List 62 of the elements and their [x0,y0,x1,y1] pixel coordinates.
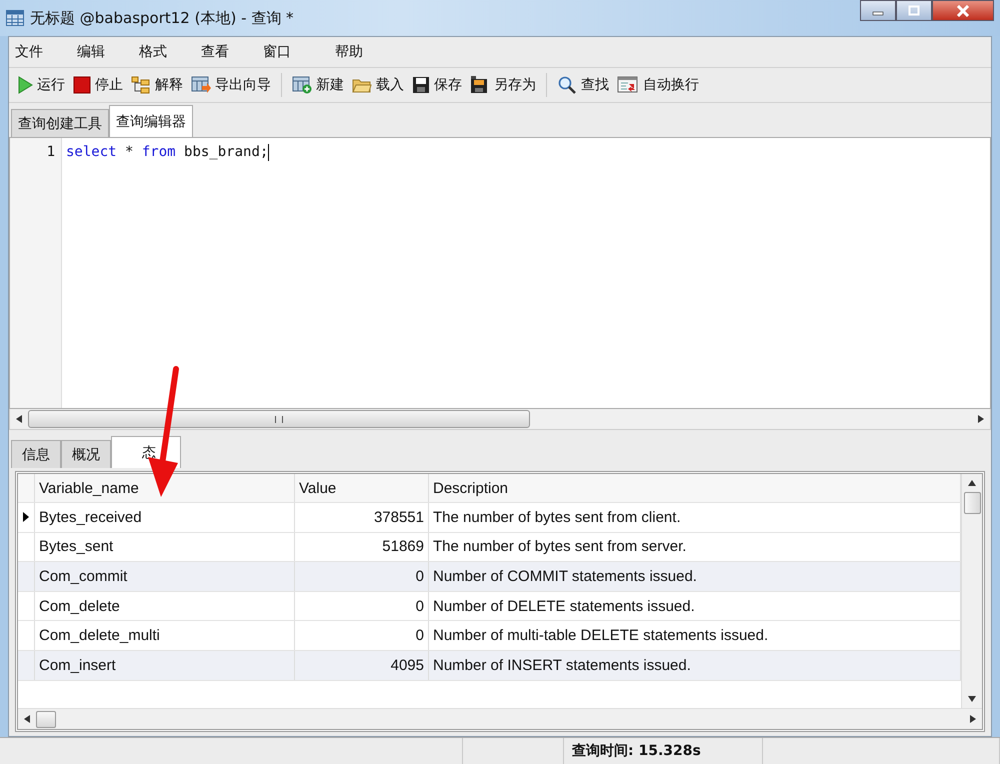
table-cell: 51869 [295,532,429,562]
tab[interactable]: 查询创建工具 [11,109,109,137]
menu-item[interactable]: 格式 [139,43,167,61]
toolbar-button[interactable]: 查找 [553,74,613,96]
table-cell: Com_commit [35,562,295,591]
scrollbar-thumb[interactable] [964,492,980,514]
table-cell: 378551 [295,503,429,532]
menu-item[interactable]: 编辑 [77,43,105,61]
menu-item[interactable]: 文件 [15,43,43,61]
stop-icon [73,76,91,94]
scrollbar-thumb[interactable] [28,410,530,428]
menu-item[interactable]: 查看 [201,43,229,61]
toolbar-button[interactable]: 运行 [13,74,69,96]
table-cell: Com_insert [35,650,295,680]
scroll-down-arrow[interactable] [968,696,976,702]
table-cell: 0 [295,621,429,650]
menu-item[interactable]: 窗口 [263,43,291,61]
table-cell: Bytes_sent [35,532,295,562]
maximize-icon [908,5,920,16]
search-icon [557,76,577,94]
tree-icon [131,76,151,94]
close-icon [956,4,970,16]
table-cell: 0 [295,562,429,591]
play-icon [17,76,33,94]
toolbar-button[interactable]: 保存 [408,74,466,96]
table-cell: Bytes_received [35,503,295,532]
save-icon [412,76,430,94]
maximize-button[interactable] [896,0,932,21]
toolbar-button[interactable]: 停止 [69,74,127,96]
column-header[interactable]: Value [295,474,429,502]
tab[interactable]: 查询编辑器 [109,105,193,137]
scroll-left-arrow[interactable] [24,715,30,723]
toolbar-button[interactable]: 解释 [127,74,187,96]
scrollbar-thumb[interactable] [36,710,56,728]
code-line: select * from bbs_brand; [66,144,268,160]
scroll-right-arrow[interactable] [970,715,976,723]
tab[interactable]: 信息 [11,440,61,468]
table-add-icon [292,76,312,94]
table-cell: 4095 [295,650,429,680]
scroll-left-arrow[interactable] [16,415,22,423]
scroll-up-arrow[interactable] [968,480,976,486]
sql-editor[interactable]: 1 select * from bbs_brand; [9,137,991,409]
toolbar-button[interactable]: 导出向导 [187,74,275,96]
table-cell: 0 [295,592,429,620]
table-cell: Com_delete [35,592,295,620]
minimize-button[interactable] [860,0,896,21]
window-title: 无标题 @babasport12 (本地) - 查询 * [30,8,294,28]
toolbar-button[interactable]: 载入 [348,74,408,96]
menu-item[interactable]: 帮助 [335,43,363,61]
table-export-icon [191,76,211,94]
toolbar-button[interactable]: 另存为 [466,74,540,96]
query-time: 查询时间: 15.328s [572,742,701,760]
close-button[interactable] [932,0,994,21]
toolbar-button[interactable]: 自动换行 [613,74,703,96]
scroll-right-arrow[interactable] [978,415,984,423]
line-number: 1 [46,144,55,160]
toolbar-button[interactable]: 新建 [288,74,348,96]
table-icon [6,10,24,26]
word-wrap-icon [617,76,639,94]
save-as-icon [470,76,490,94]
tab[interactable]: 概况 [61,440,111,468]
table-cell: Com_delete_multi [35,621,295,650]
